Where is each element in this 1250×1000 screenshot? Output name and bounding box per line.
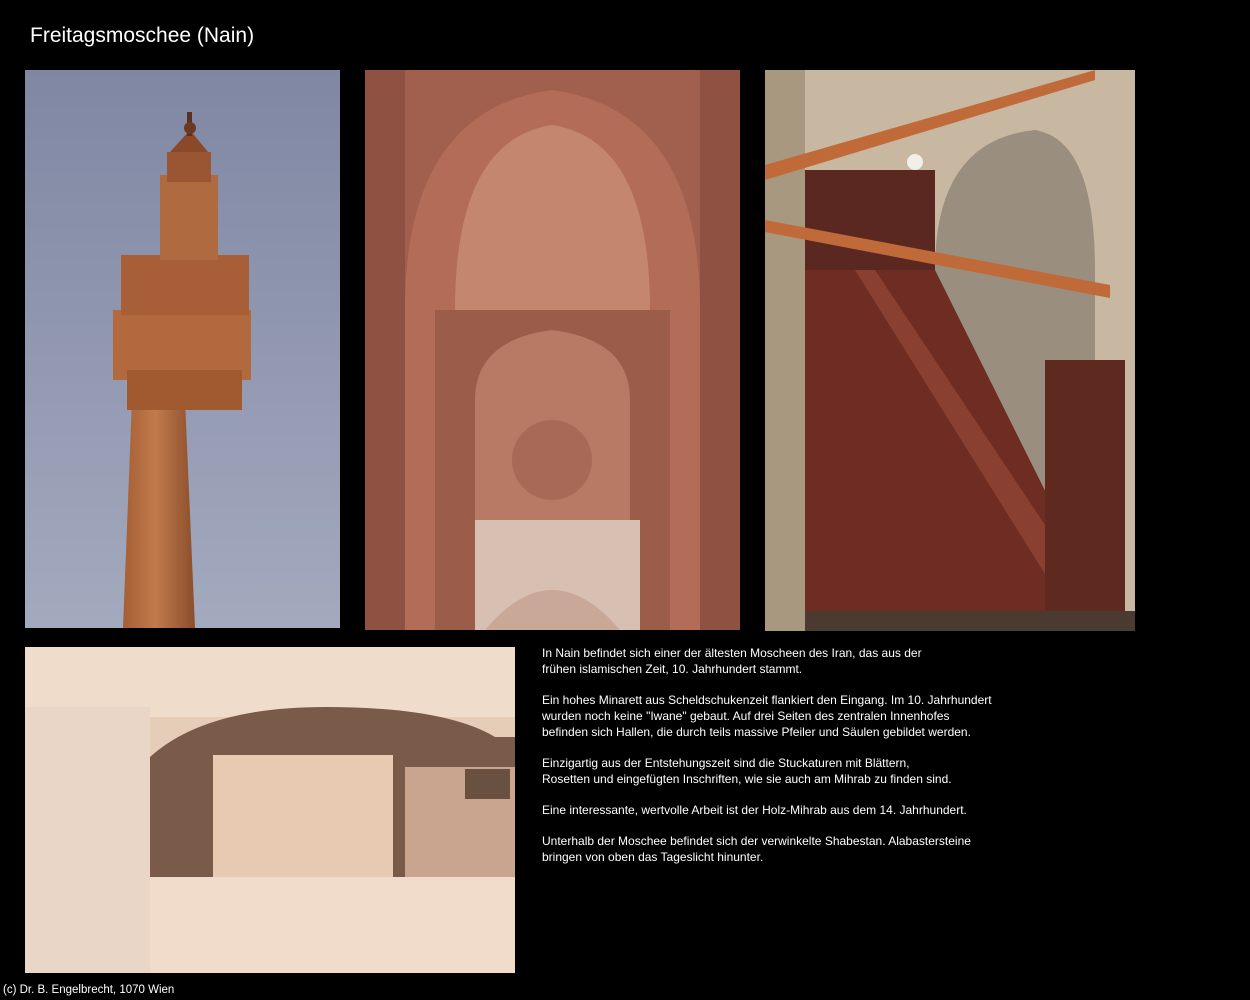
description-paragraph-2: Ein hohes Minarett aus Scheldschukenzeit… — [542, 693, 992, 739]
stucco-mihrab-photo — [365, 70, 740, 630]
description-paragraph-4: Eine interessante, wertvolle Arbeit ist … — [542, 803, 967, 818]
description-paragraph-1: In Nain befindet sich einer der ältesten… — [542, 646, 922, 676]
wooden-minbar-photo — [765, 70, 1135, 631]
description-paragraph-3: Einzigartig aus der Entstehungszeit sind… — [542, 755, 952, 786]
description-paragraph-5: Unterhalb der Moschee befindet sich der … — [542, 834, 971, 865]
copyright-footer: (c) Dr. B. Engelbrecht, 1070 Wien — [3, 984, 175, 996]
page-title: Freitagsmoschee (Nain) — [30, 24, 255, 47]
shabestan-photo — [25, 647, 515, 973]
description-text: In Nain befindet sich einer der ältesten… — [542, 646, 1022, 881]
minaret-photo — [25, 70, 340, 628]
